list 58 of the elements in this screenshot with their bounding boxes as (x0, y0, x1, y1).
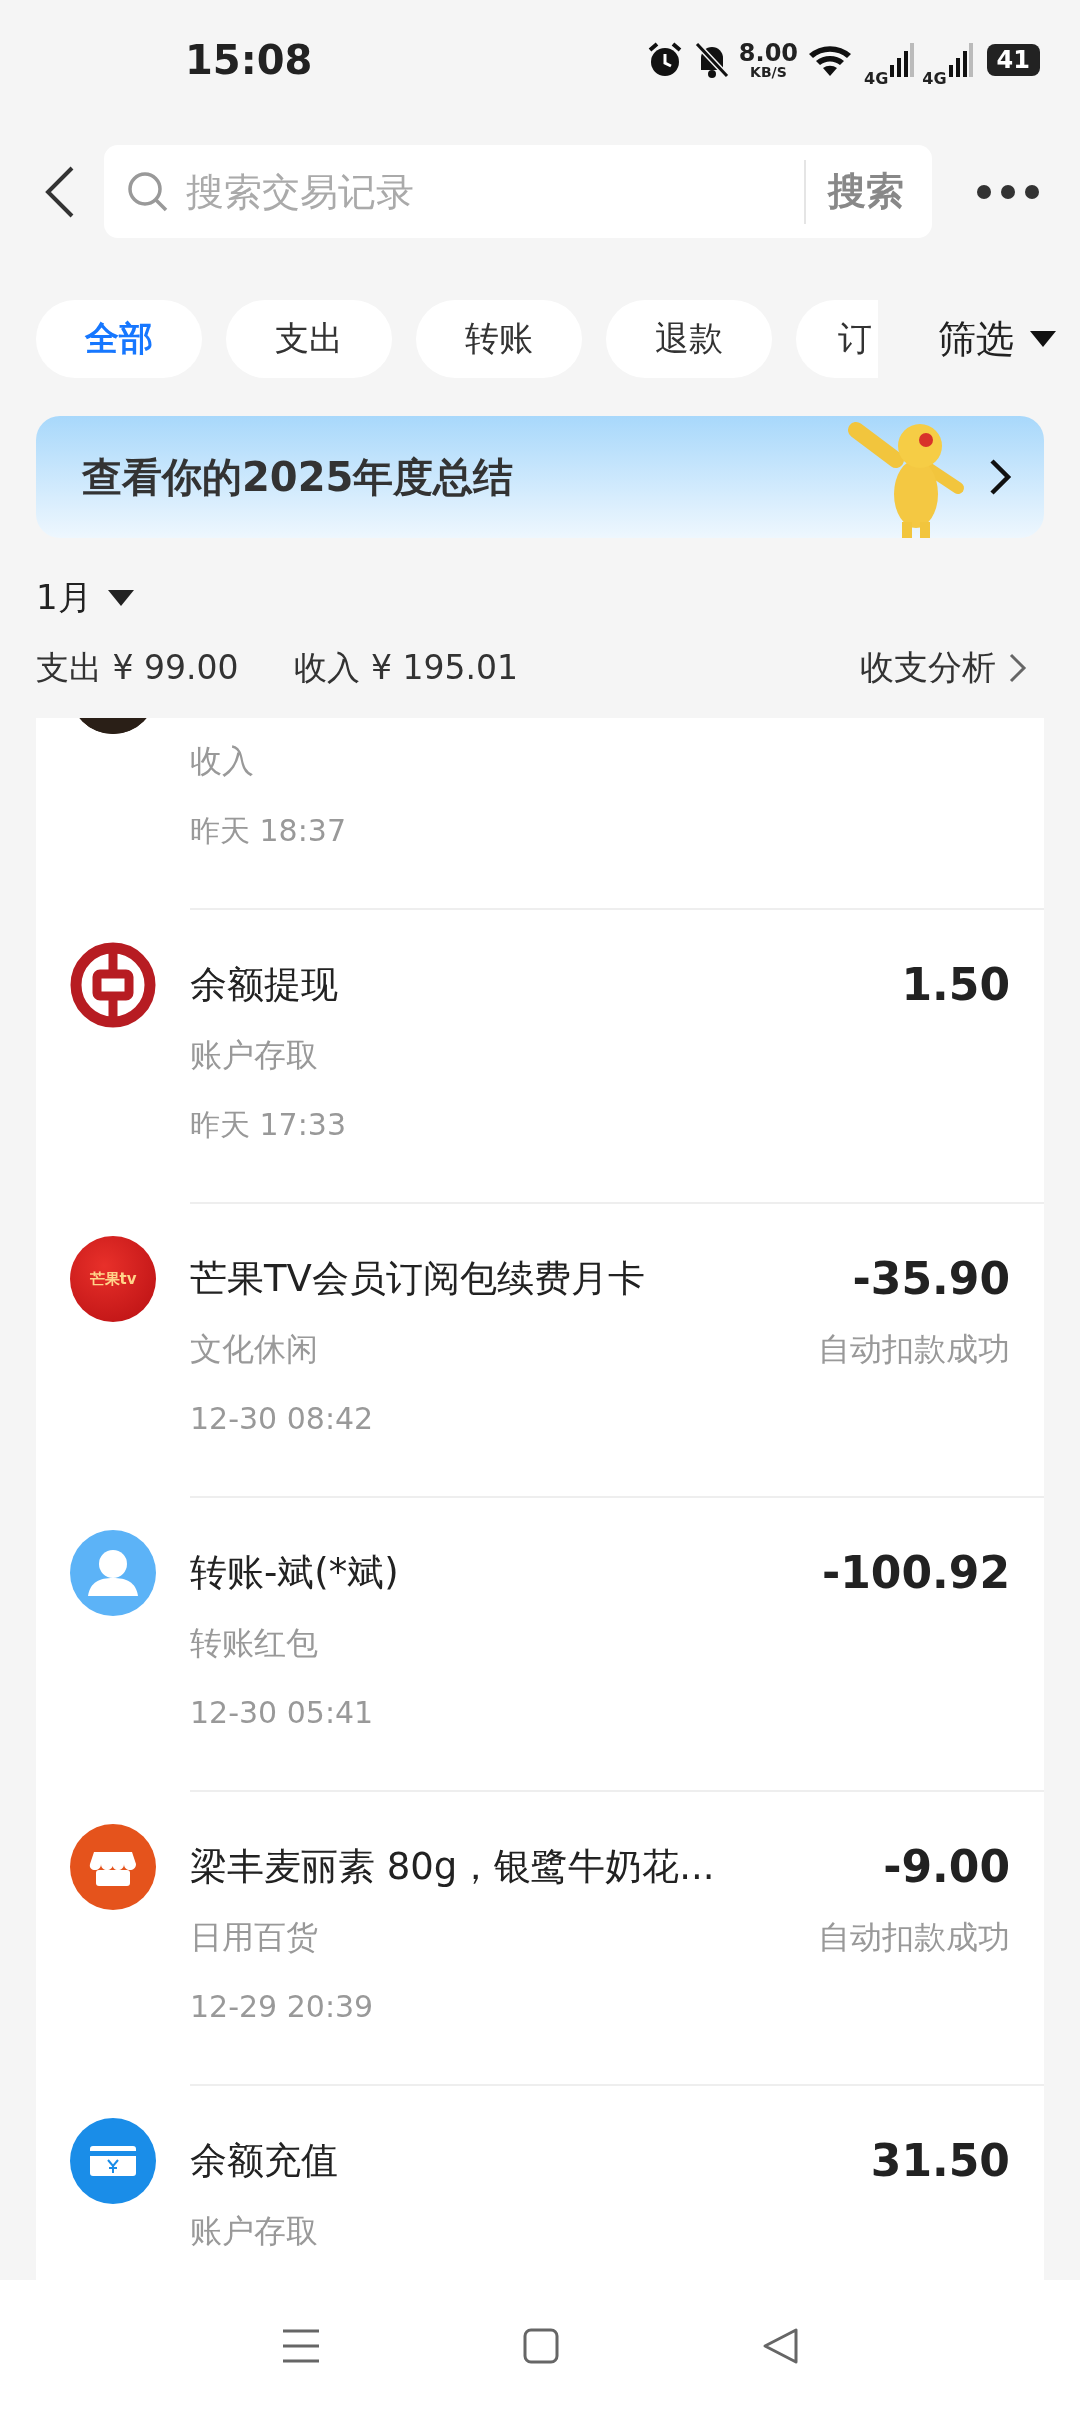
transaction-category: 账户存取 (190, 1035, 319, 1076)
chevron-right-icon (988, 457, 1014, 497)
transaction-amount: -35.90 (852, 1252, 1010, 1306)
home-icon[interactable] (522, 2327, 560, 2365)
transaction-category: 文化休闲 (190, 1329, 319, 1370)
search-field[interactable]: 搜索交易记录 搜索 (104, 145, 932, 238)
month-selector[interactable]: 1月 (36, 575, 92, 621)
analysis-link[interactable]: 收支分析 (860, 645, 996, 691)
signal-icon (948, 43, 973, 77)
filter-tab[interactable]: 支出 (226, 300, 392, 378)
transaction-title: 梁丰麦丽素 80g，银鹭牛奶花... (190, 1844, 716, 1890)
transaction-amount: -100.92 (821, 1546, 1010, 1600)
transaction-title: 芒果TV会员订阅包续费月卡 (190, 1256, 646, 1302)
transaction-time: 12-30 05:41 (190, 1694, 375, 1732)
expense-total: 支出 ¥ 99.00 (36, 646, 239, 689)
banner-title: 查看你的2025年度总结 (82, 452, 515, 502)
card-icon (70, 2118, 156, 2204)
transaction-title: 转账-斌(*斌) (190, 1550, 400, 1596)
transaction-category: 转账红包 (190, 1623, 319, 1664)
transaction-amount: 1.50 (901, 958, 1010, 1012)
app-logo: 芒果tv (70, 1236, 156, 1322)
filter-tab[interactable]: 转账 (416, 300, 582, 378)
payment-status: 自动扣款成功 (818, 1917, 1010, 1958)
filter-button[interactable]: 筛选 (938, 313, 1014, 365)
transaction-category: 账户存取 (190, 2211, 319, 2252)
summary-banner[interactable]: 查看你的2025年度总结 (36, 416, 1044, 538)
back-icon[interactable] (761, 2327, 800, 2365)
filter-tab[interactable]: 退款 (606, 300, 772, 378)
transaction-category: 收入 (190, 741, 255, 782)
transaction-time: 昨天 18:37 (190, 812, 347, 850)
network-speed: 8.00 KB/S (738, 41, 799, 79)
payment-status: 自动扣款成功 (818, 1329, 1010, 1370)
income-total: 收入 ¥ 195.01 (294, 646, 518, 689)
person-avatar-icon (70, 1530, 156, 1616)
search-button[interactable]: 搜索 (820, 166, 912, 217)
filter-tab[interactable]: 全部 (36, 300, 202, 378)
transaction-amount: 31.50 (870, 2134, 1010, 2188)
signal-icon (890, 43, 915, 77)
dropdown-icon (105, 588, 136, 608)
store-icon (70, 1824, 156, 1910)
transaction-title: 余额充值 (190, 2138, 339, 2184)
transaction-time: 昨天 17:33 (190, 1106, 347, 1144)
transaction-time: 12-29 20:39 (190, 1988, 375, 2026)
network-type: 4G (922, 68, 947, 88)
dropdown-icon (1028, 329, 1058, 349)
network-type: 4G (864, 68, 889, 88)
transaction-time: 12-30 08:42 (190, 1400, 375, 1438)
more-icon[interactable] (976, 183, 1040, 200)
battery-level: 41 (986, 44, 1040, 76)
transaction-amount: -9.00 (883, 1840, 1010, 1894)
bank-logo-icon (70, 942, 156, 1028)
transaction-category: 日用百货 (190, 1917, 319, 1958)
transaction-title: 余额提现 (190, 962, 339, 1008)
menu-icon[interactable] (280, 2328, 321, 2364)
filter-tab[interactable]: 订 (796, 300, 878, 378)
chevron-right-icon (1008, 652, 1028, 684)
status-time: 15:08 (185, 37, 313, 83)
search-icon (126, 169, 170, 214)
